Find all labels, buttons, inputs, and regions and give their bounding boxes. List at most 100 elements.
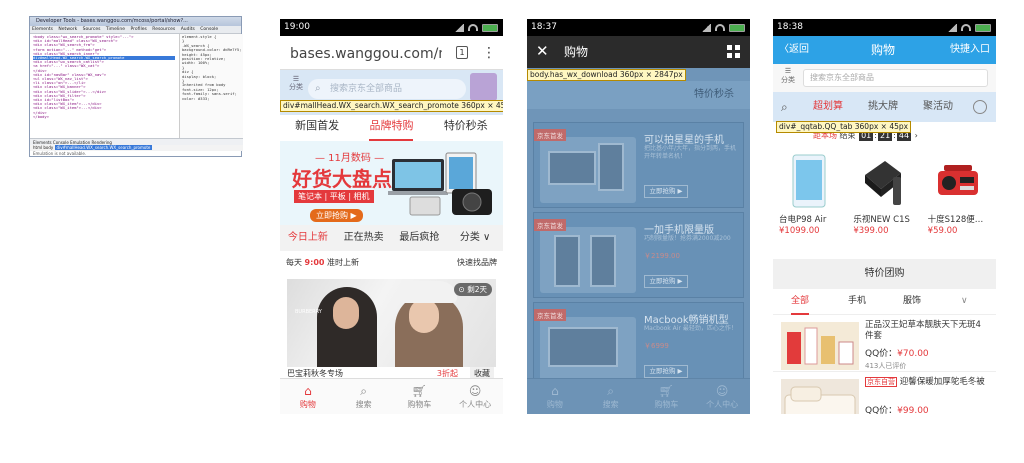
product-desc: Macbook Air 最轻劲，匹心之作！ xyxy=(644,325,737,332)
user-icon: ☺ xyxy=(468,384,482,398)
list-item[interactable]: 京东自营 迎馨保暖加厚鸵毛冬被 QQ价：¥99.00 xyxy=(773,373,996,414)
status-time: 18:37 xyxy=(531,22,557,32)
filter-last-chance[interactable]: 最后疯抢 xyxy=(392,225,448,251)
tab-switcher-button[interactable]: 1 xyxy=(456,46,468,59)
tab-new-first[interactable]: 新国首发 xyxy=(295,115,339,141)
tab-apparel[interactable]: 服饰 xyxy=(903,289,921,313)
elements-panel[interactable]: <body class="wx_search_promote" style=".… xyxy=(30,34,178,138)
tab-label: 购物车 xyxy=(654,400,679,409)
product-card[interactable]: 京东首发 可以拍星星的手机 把比基小年/大年，指分到两，手机开年转单名机！ 立即… xyxy=(533,122,744,208)
devtools-window: Developer Tools - bases.wanggou.com/mcos… xyxy=(29,16,243,157)
phone-screen-webview-inspected: 18:37 ✕ 购物 body.has_wx_download 360px × … xyxy=(527,19,750,414)
tab-big-brand[interactable]: 挑大牌 xyxy=(868,92,898,122)
product-name: 台电P98 Air xyxy=(779,215,827,225)
tab-cart[interactable]: 🛒︎ 购物车 xyxy=(392,379,448,414)
close-icon[interactable]: ✕ xyxy=(536,42,549,60)
banner-kicker: — 11月数码 — xyxy=(315,153,385,164)
price-value: ¥99.00 xyxy=(897,406,929,414)
list-item[interactable]: 正品汉王妃草本靓肤天下无斑4件套 QQ价：¥70.00 413人已评价 xyxy=(773,316,996,372)
tab-super-deal[interactable]: 超划算 xyxy=(813,92,843,122)
tab-events[interactable]: 聚活动 xyxy=(923,92,953,122)
product-name: 一加手机限量版 xyxy=(644,225,714,236)
devtools-tab-network[interactable]: Network xyxy=(56,27,79,32)
tab-label: 购物车 xyxy=(407,400,432,409)
tab-search[interactable]: ⌕ 搜索 xyxy=(336,379,392,414)
buy-now-button[interactable]: 立即抢购 ▶ xyxy=(644,185,688,198)
devtools-tab-sources[interactable]: Sources xyxy=(81,27,103,32)
filter-hot[interactable]: 正在热卖 xyxy=(336,225,392,251)
price-label: QQ价： xyxy=(865,406,898,414)
category-button[interactable]: ☰ 分类 xyxy=(781,67,795,85)
item-name: 正品汉王妃草本靓肤天下无斑4件套 xyxy=(865,320,981,341)
devtools-tab-console[interactable]: Console xyxy=(198,27,220,32)
search-icon[interactable]: ⌕ xyxy=(781,92,788,122)
product-desc: 巧制限量版！抢券满2000减200 xyxy=(644,235,731,242)
breadcrumb-current[interactable]: div#mallHead.WX_search.WX_search_promote xyxy=(54,145,153,150)
brand-photo[interactable]: BURBERRY ⊙ 剩2天 xyxy=(287,279,496,367)
tab-flash-sale[interactable]: 特价秒杀 xyxy=(694,81,734,109)
grid-menu-icon[interactable] xyxy=(727,45,740,58)
breadcrumb-prefix[interactable]: html body xyxy=(33,145,55,150)
category-label: 分类 xyxy=(781,76,795,84)
tab-profile[interactable]: ☺ 个人中心 xyxy=(447,379,503,414)
chevron-right-icon[interactable]: › xyxy=(915,131,918,140)
tab-shopping[interactable]: ⌂ 购物 xyxy=(527,379,583,414)
search-input[interactable]: 搜索京东全部商品 xyxy=(803,69,988,87)
devtools-tab-profiles[interactable]: Profiles xyxy=(128,27,148,32)
cart-icon: 🛒︎ xyxy=(411,384,427,398)
banner-buy-button[interactable]: 立即抢购 ▶ xyxy=(310,209,363,222)
find-brand-link[interactable]: 快速找品牌 xyxy=(457,251,497,275)
category-button[interactable]: ☰ 分类 xyxy=(289,75,303,91)
style-line: color: #333; xyxy=(182,96,210,101)
tab-phones[interactable]: 手机 xyxy=(848,289,866,313)
filter-category[interactable]: 分类 ∨ xyxy=(447,225,503,251)
product-card[interactable]: 京东首发 Macbook畅销机型 Macbook Air 最轻劲，匹心之作！ ￥… xyxy=(533,302,744,388)
box-image xyxy=(865,161,902,205)
quick-entry-button[interactable]: 快捷入口 xyxy=(950,42,990,58)
item-price: QQ价：¥99.00 xyxy=(865,403,929,414)
product-name: 可以拍星星的手机 xyxy=(644,135,724,146)
devtools-tab-resources[interactable]: Resources xyxy=(150,27,177,32)
buy-now-button[interactable]: 立即抢购 ▶ xyxy=(644,275,688,288)
home-icon: ⌂ xyxy=(551,384,559,398)
search-icon: ⌕ xyxy=(360,384,367,398)
product-tag: 京东首发 xyxy=(534,129,566,141)
time-left-badge: ⊙ 剩2天 xyxy=(453,283,492,296)
overflow-menu-icon[interactable]: ⋮ xyxy=(482,44,496,62)
tab-flash-sale[interactable]: 特价秒杀 xyxy=(444,115,488,141)
back-button[interactable]: 〈返回 xyxy=(779,42,809,58)
devtools-tab-audits[interactable]: Audits xyxy=(179,27,197,32)
buy-now-button[interactable]: 立即抢购 ▶ xyxy=(644,365,688,378)
user-icon[interactable] xyxy=(973,100,987,114)
self-operated-tag: 京东自营 xyxy=(865,377,897,387)
filter-today-new[interactable]: 今日上新 xyxy=(280,225,336,251)
product-figure xyxy=(548,151,596,185)
user-icon: ☺ xyxy=(715,384,729,398)
product-card[interactable]: 十度S128便… ¥59.00 xyxy=(922,147,996,257)
tab-search[interactable]: ⌕ 搜索 xyxy=(583,379,639,414)
tab-profile[interactable]: ☺ 个人中心 xyxy=(694,379,750,414)
inspector-tooltip: body.has_wx_download 360px × 2847px xyxy=(527,69,686,81)
chevron-down-icon[interactable]: ∨ xyxy=(961,289,968,313)
tab-all[interactable]: 全部 xyxy=(791,289,810,315)
devtools-tab-elements[interactable]: Elements xyxy=(30,27,55,32)
product-card[interactable]: 乐视NEW C1S ¥399.00 xyxy=(847,147,921,257)
product-card[interactable]: 台电P98 Air ¥1099.00 xyxy=(773,147,847,257)
promo-banner[interactable]: — 11月数码 — 好货大盘点 笔记本 | 平板 | 相机 立即抢购 ▶ xyxy=(280,141,503,225)
product-card[interactable]: 京东首发 一加手机限量版 巧制限量版！抢券满2000减200 ￥2199.00 … xyxy=(533,212,744,298)
list-icon: ☰ xyxy=(784,67,792,75)
promo-icon[interactable] xyxy=(470,73,497,101)
dom-line[interactable]: </body> xyxy=(33,115,175,119)
styles-panel[interactable]: element.style { } .WX_search { backgroun… xyxy=(179,34,243,138)
tab-cart[interactable]: 🛒︎ 购物车 xyxy=(639,379,695,414)
search-input[interactable]: ⌕ 搜索京东全部商品 xyxy=(308,79,466,99)
tab-brand-sale[interactable]: 品牌特购 xyxy=(369,115,414,141)
devtools-drawer-tabs[interactable]: Elements Console Emulation Rendering xyxy=(30,138,243,145)
devtools-tab-timeline[interactable]: Timeline xyxy=(104,27,127,32)
tab-shopping[interactable]: ⌂ 购物 xyxy=(280,379,336,414)
webview-header: ✕ 购物 xyxy=(527,36,750,68)
price-value: ¥70.00 xyxy=(897,349,929,359)
search-header: ☰ 分类 搜索京东全部商品 xyxy=(773,64,996,92)
url-field[interactable]: bases.wanggou.com/mcoss xyxy=(290,44,442,64)
brand-sale-title[interactable]: 巴宝莉秋冬专场 xyxy=(287,369,343,378)
